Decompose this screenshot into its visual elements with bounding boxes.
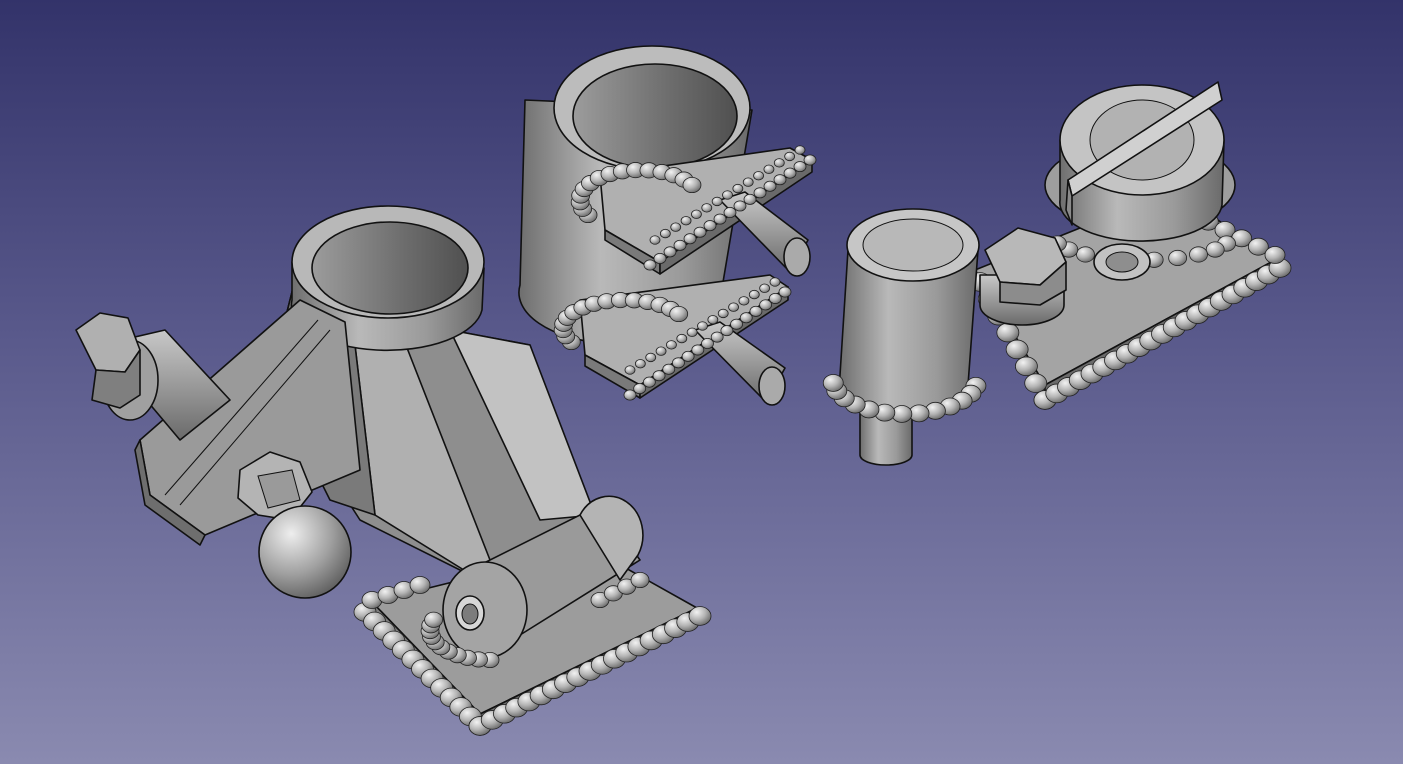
weld-bead xyxy=(759,283,771,293)
weld-bead xyxy=(996,322,1020,343)
weld-bead xyxy=(710,331,724,343)
weld-bead xyxy=(424,611,444,628)
weld-bead xyxy=(773,174,787,186)
weld-bead xyxy=(653,252,667,264)
weld-bead xyxy=(738,296,750,306)
weld-bead xyxy=(1024,373,1048,393)
weld-bead xyxy=(713,213,727,225)
weld-bead xyxy=(686,327,698,337)
weld-bead xyxy=(742,177,754,187)
weld-bead xyxy=(730,318,743,330)
weld-bead xyxy=(682,176,702,194)
weld-bead xyxy=(722,190,733,200)
weld-bead xyxy=(759,299,773,311)
weld-bead xyxy=(688,606,712,626)
weld-bead xyxy=(643,259,657,271)
weld-bead xyxy=(680,216,692,226)
weld-bead xyxy=(1205,241,1225,258)
right-hex-bolt[interactable] xyxy=(979,227,1067,326)
weld-bead xyxy=(630,571,650,589)
weld-bead xyxy=(711,196,723,207)
weld-bead xyxy=(624,365,636,375)
weld-bead xyxy=(649,235,661,245)
weld-bead xyxy=(683,233,697,245)
weld-bead xyxy=(1005,339,1029,360)
weld-bead xyxy=(691,209,702,219)
weld-bead xyxy=(642,376,656,388)
weld-bead xyxy=(666,340,677,350)
weld-bead xyxy=(728,302,739,312)
bracket-ball-knob[interactable] xyxy=(258,505,352,599)
weld-bead xyxy=(669,305,689,323)
weld-bead xyxy=(693,226,707,238)
weld-bead xyxy=(1015,356,1038,377)
weld-bead xyxy=(703,220,717,232)
weld-bead xyxy=(773,158,785,168)
weld-bead xyxy=(793,161,807,173)
weld-bead xyxy=(409,576,431,594)
lower-pin[interactable] xyxy=(694,321,786,406)
weld-bead xyxy=(673,239,687,251)
plate-assembly[interactable] xyxy=(822,81,1292,466)
weld-bead xyxy=(784,151,796,162)
weld-bead xyxy=(697,321,708,331)
lifting-ring[interactable] xyxy=(1093,243,1151,281)
domed-cap[interactable] xyxy=(1044,81,1236,242)
weld-bead xyxy=(768,292,782,304)
weld-bead xyxy=(723,206,737,218)
weld-bead xyxy=(769,277,781,287)
weld-bead xyxy=(743,193,757,205)
weld-bead xyxy=(652,370,666,382)
weld-bead xyxy=(672,357,685,369)
weld-bead xyxy=(1264,246,1286,264)
weld-bead xyxy=(803,154,817,166)
weld-bead xyxy=(701,337,714,349)
weld-bead xyxy=(670,222,682,232)
weld-bead xyxy=(748,289,760,300)
3d-scene[interactable] xyxy=(0,0,1403,764)
upper-pin[interactable] xyxy=(719,191,811,277)
weld-bead xyxy=(1168,249,1188,267)
weld-bead xyxy=(733,200,747,212)
weld-bead xyxy=(732,183,744,194)
weld-bead xyxy=(717,308,729,319)
weld-bead xyxy=(739,312,753,324)
weld-bead xyxy=(676,333,688,344)
weld-bead xyxy=(691,344,705,356)
weld-bead xyxy=(763,180,777,192)
weld-bead xyxy=(753,171,764,181)
weld-bead xyxy=(1189,246,1208,263)
3d-viewport[interactable] xyxy=(0,0,1403,764)
weld-bead xyxy=(822,374,844,392)
weld-bead xyxy=(783,167,797,179)
weld-bead xyxy=(753,187,767,199)
weld-bead xyxy=(1076,246,1095,263)
weld-bead xyxy=(707,315,719,325)
weld-bead xyxy=(681,350,695,362)
weld-bead xyxy=(645,352,657,363)
weld-bead xyxy=(763,164,775,174)
weld-bead xyxy=(659,228,671,239)
weld-bead xyxy=(794,145,806,155)
weld-bead xyxy=(634,359,646,369)
weld-bead xyxy=(749,305,763,317)
tube-clamp-assembly[interactable] xyxy=(518,45,817,406)
weld-bead xyxy=(701,203,713,213)
weld-bead xyxy=(720,325,734,337)
weld-bead xyxy=(655,346,667,356)
weld-bead xyxy=(623,389,637,401)
weld-bead xyxy=(662,363,676,375)
standing-cylinder[interactable] xyxy=(839,208,980,466)
weld-bead xyxy=(633,383,647,395)
weld-bead xyxy=(778,286,792,298)
weld-bead xyxy=(663,246,677,258)
